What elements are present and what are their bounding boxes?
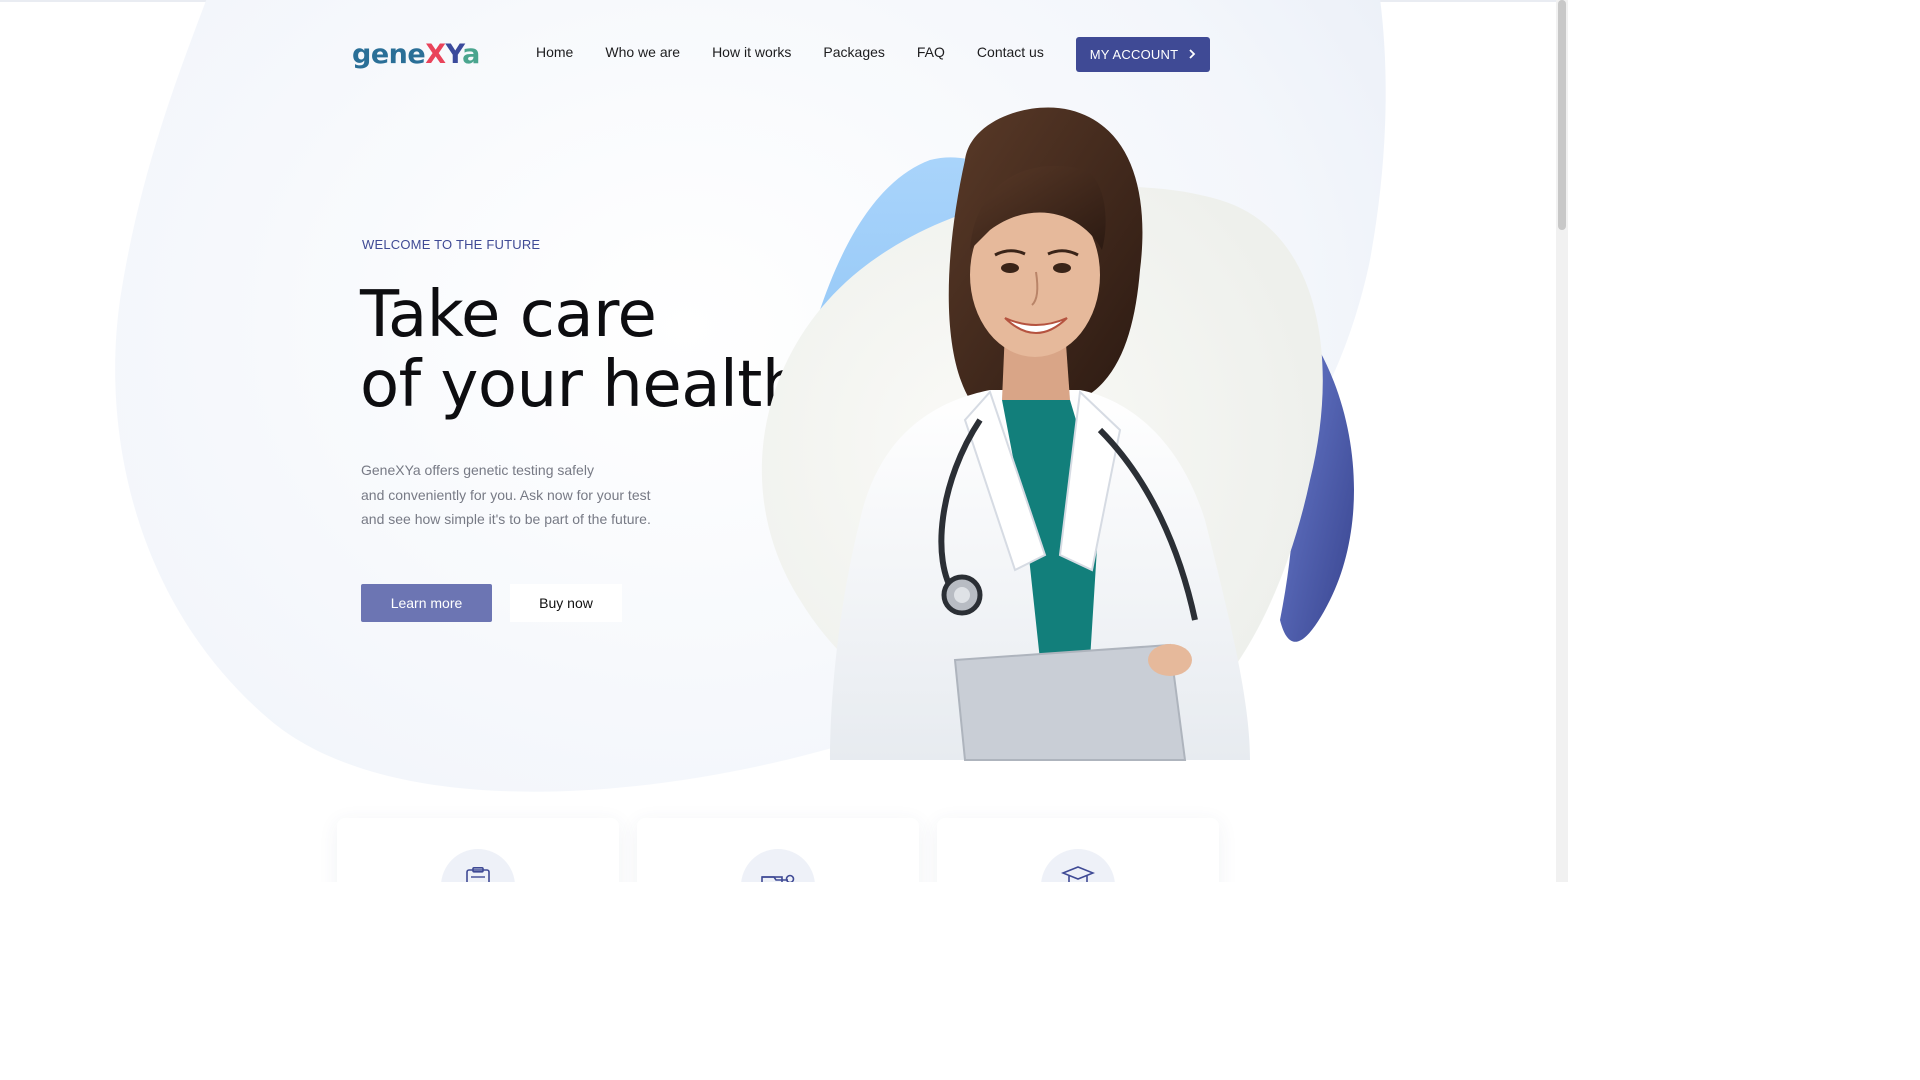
nav-item-contact-us[interactable]: Contact us: [977, 44, 1044, 60]
page: geneXYa Home Who we are How it works Pac…: [0, 0, 1568, 882]
nav-item-home[interactable]: Home: [536, 44, 573, 60]
hero-eyebrow: WELCOME TO THE FUTURE: [362, 237, 541, 252]
feature-card-icon-circle: [441, 849, 515, 882]
hero-description: GeneXYa offers genetic testing safely an…: [361, 458, 691, 532]
feature-card-icon-circle: [1041, 849, 1115, 882]
my-account-button[interactable]: MY ACCOUNT: [1076, 37, 1210, 72]
microscope-icon: [761, 874, 795, 882]
logo[interactable]: geneXYa: [352, 34, 480, 74]
logo-text-a: a: [462, 38, 480, 70]
logo-text-x: X: [425, 38, 446, 70]
nav-item-packages[interactable]: Packages: [823, 44, 884, 60]
hero-description-line-1: GeneXYa offers genetic testing safely: [361, 462, 594, 478]
main-nav: Home Who we are How it works Packages FA…: [536, 44, 1076, 60]
buy-now-button[interactable]: Buy now: [510, 584, 622, 622]
hero-image: [761, 107, 1354, 761]
clipboard-icon: [466, 867, 490, 882]
nav-item-how-it-works[interactable]: How it works: [712, 44, 791, 60]
top-divider: [0, 0, 1556, 2]
feature-card-1[interactable]: [337, 818, 619, 882]
my-account-label: MY ACCOUNT: [1089, 47, 1179, 62]
hero-headline: Take care of your health: [360, 280, 802, 420]
feature-card-3[interactable]: [937, 818, 1219, 882]
scrollbar-thumb[interactable]: [1558, 0, 1566, 230]
graduation-cap-icon: [1061, 866, 1095, 882]
hero-headline-line-1: Take care: [360, 278, 657, 352]
scrollbar[interactable]: [1556, 0, 1568, 882]
hero-description-line-2: and conveniently for you. Ask now for yo…: [361, 486, 651, 503]
feature-card-2[interactable]: [637, 818, 919, 882]
logo-text-y: Y: [445, 38, 463, 70]
nav-item-who-we-are[interactable]: Who we are: [605, 44, 680, 60]
logo-text-gene: gene: [352, 38, 426, 70]
nav-item-faq[interactable]: FAQ: [917, 44, 945, 60]
learn-more-button[interactable]: Learn more: [361, 584, 492, 622]
feature-card-icon-circle: [741, 849, 815, 882]
logo-wordmark: geneXYa: [352, 39, 480, 70]
hero-description-line-3: and see how simple it's to be part of th…: [361, 511, 651, 527]
hero-headline-line-2: of your health: [360, 348, 802, 422]
chevron-right-icon: [1188, 48, 1196, 62]
